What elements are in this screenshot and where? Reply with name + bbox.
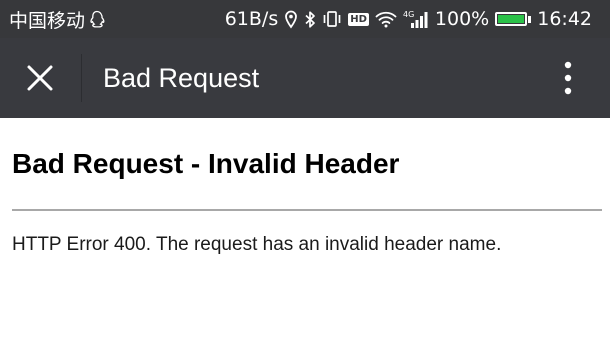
close-icon xyxy=(27,65,53,91)
battery-percent: 100% xyxy=(434,8,490,30)
status-bar: 中国移动 61B/s HD 4G 100% 16:42 xyxy=(0,0,610,38)
battery-tip xyxy=(528,15,532,23)
app-header: Bad Request xyxy=(0,38,610,118)
more-button[interactable] xyxy=(556,58,580,98)
network-speed: 61B/s xyxy=(224,8,279,30)
close-button[interactable] xyxy=(20,58,60,98)
network-type-label: 4G xyxy=(403,10,414,19)
bluetooth-icon xyxy=(304,10,316,29)
status-right: 61B/s HD 4G 100% 16:42 xyxy=(225,0,592,38)
battery-fill xyxy=(498,15,525,23)
status-time: 16:42 xyxy=(537,8,592,30)
more-vertical-icon xyxy=(564,61,572,95)
error-message: HTTP Error 400. The request has an inval… xyxy=(12,234,502,255)
divider xyxy=(12,209,602,211)
battery-icon xyxy=(495,12,532,26)
vibrate-icon xyxy=(322,10,342,28)
carrier-label: 中国移动 xyxy=(9,9,86,32)
header-divider xyxy=(81,54,82,102)
screen: 中国移动 61B/s HD 4G 100% 16:42 Bad Request … xyxy=(0,0,610,353)
battery-body xyxy=(495,12,528,26)
error-heading: Bad Request - Invalid Header xyxy=(12,148,400,179)
hd-label: HD xyxy=(348,12,369,26)
page-title: Bad Request xyxy=(103,63,260,93)
hd-icon: HD xyxy=(348,12,369,26)
qq-penguin-icon xyxy=(89,10,105,28)
wifi-icon xyxy=(375,10,397,28)
status-left: 中国移动 xyxy=(9,0,105,38)
location-icon xyxy=(284,10,298,29)
signal-icon: 4G xyxy=(403,9,429,29)
